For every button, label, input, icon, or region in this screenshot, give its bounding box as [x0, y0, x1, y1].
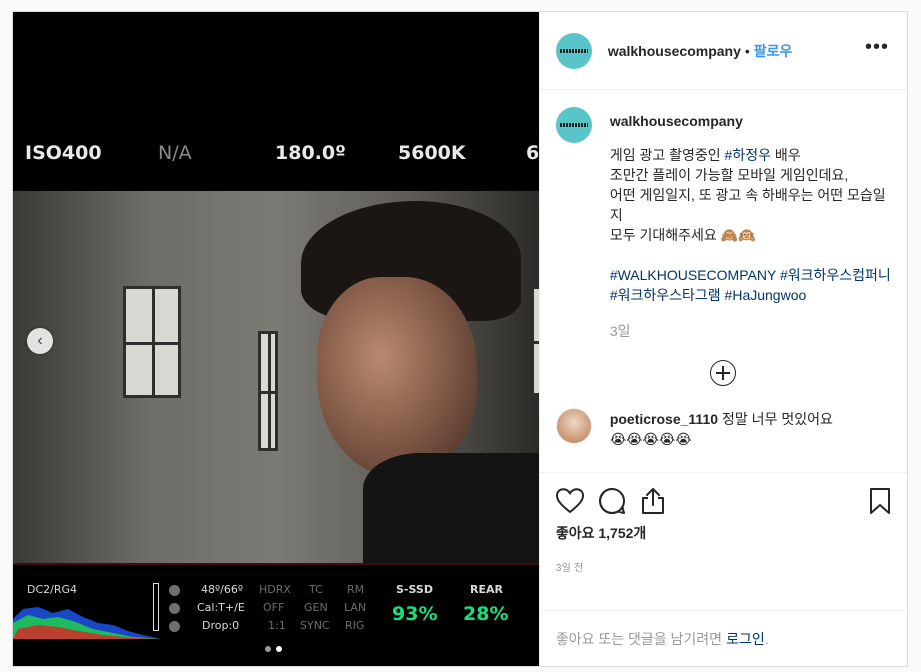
post-header: walkhousecompany • 팔로우 •••	[539, 12, 907, 90]
hashtag-link[interactable]: #워크하우스타그램	[610, 287, 721, 303]
window-shape	[258, 331, 278, 451]
instagram-post: ISO400 N/A 180.0º 5600K 6( DC2/RG4	[12, 11, 908, 667]
hud-level-bar	[153, 583, 159, 631]
comment-emojis: 😭😭😭😭😭	[609, 431, 692, 447]
logo-mark	[559, 48, 588, 53]
commenter-avatar[interactable]	[555, 408, 592, 444]
chevron-left-icon[interactable]: ‹	[27, 328, 53, 354]
heart-icon[interactable]	[555, 488, 584, 514]
window-shape	[531, 286, 539, 396]
hud-hdrx-1: OFF	[263, 601, 285, 614]
hud-rm-0: RM	[347, 583, 365, 596]
hashtag-link[interactable]: #워크하우스컴퍼니	[780, 267, 891, 283]
hud-tc-2: SYNC	[300, 619, 330, 632]
caption-line-2: 조만간 플레이 가능할 모바일 게임인데요,	[609, 167, 849, 183]
window-shape	[123, 286, 181, 398]
caption: walkhousecompany 게임 광고 촬영중인 #하정우 배우 조만간 …	[555, 107, 891, 341]
hud-na: N/A	[158, 142, 192, 164]
hud-hdrx-2: 1:1	[268, 619, 286, 632]
commenter-username[interactable]: poeticrose_1110	[610, 411, 718, 427]
login-prompt-bar: 좋아요 또는 댓글을 남기려면 로그인.	[539, 610, 907, 666]
hud-tc-1: GEN	[304, 601, 328, 614]
header-username[interactable]: walkhousecompany	[608, 43, 741, 59]
logo-mark	[559, 123, 588, 127]
hashtag-link[interactable]: #하정우	[725, 147, 771, 163]
histogram-graphic	[13, 607, 161, 639]
carousel-dot	[265, 646, 271, 652]
comment-item: poeticrose_1110 정말 너무 멋있어요 😭😭😭😭😭	[555, 408, 891, 449]
caption-line-1: 게임 광고 촬영중인 #하정우 배우	[609, 147, 801, 163]
hud-drop: Drop:0	[202, 619, 240, 632]
more-options-icon[interactable]: •••	[865, 37, 889, 57]
caption-line-3: 어떤 게임일지, 또 광고 속 하배우는 어떤 모습일지	[609, 187, 886, 223]
hud-angle: 48º/66º	[201, 583, 244, 596]
hud-rm-1: LAN	[344, 601, 367, 614]
carousel-dots	[265, 646, 282, 652]
login-link[interactable]: 로그인	[726, 629, 765, 649]
like-count[interactable]: 좋아요 1,752개	[556, 523, 891, 543]
hashtag-link[interactable]: #WALKHOUSECOMPANY	[610, 267, 776, 283]
hud-rear-value: 28%	[463, 603, 509, 625]
comment-icon[interactable]	[598, 487, 626, 515]
hud-tc-0: TC	[309, 583, 323, 596]
post-actions: 좋아요 1,752개 3일 전	[539, 472, 907, 610]
caption-avatar[interactable]	[555, 107, 592, 143]
hud-sssd-value: 93%	[392, 603, 438, 625]
comment-text: 정말 너무 멋있어요	[722, 411, 833, 427]
follow-button[interactable]: 팔로우	[754, 41, 793, 61]
person-face	[317, 277, 477, 477]
carousel-dot-active	[276, 646, 282, 652]
hud-dot	[169, 603, 180, 614]
hud-kelvin: 5600K	[398, 142, 466, 164]
photo-scene	[13, 191, 539, 563]
hud-iso: ISO400	[25, 142, 102, 164]
caption-username[interactable]: walkhousecompany	[610, 111, 891, 131]
hud-cutoff: 6(	[526, 142, 539, 164]
comments-area: walkhousecompany 게임 광고 촬영중인 #하정우 배우 조만간 …	[540, 90, 907, 472]
caption-line-4: 모두 기대해주세요 🙈🙉	[609, 227, 756, 243]
avatar[interactable]	[555, 32, 592, 69]
login-suffix: .	[764, 630, 769, 647]
share-icon[interactable]	[640, 487, 666, 515]
hud-rear-label: REAR	[470, 583, 503, 596]
person-suit	[363, 453, 539, 563]
post-sidebar: walkhousecompany • 팔로우 ••• walkhousecomp…	[538, 12, 907, 666]
hud-cal: Cal:T+/E	[197, 601, 245, 614]
hud-dot	[169, 621, 180, 632]
caption-time: 3일	[609, 323, 631, 339]
hashtag-link[interactable]: #HaJungwoo	[725, 287, 807, 303]
hud-sssd-label: S-SSD	[396, 583, 433, 596]
post-date: 3일 전	[555, 563, 584, 574]
separator-dot: •	[744, 42, 750, 59]
hud-rm-2: RIG	[345, 619, 365, 632]
hud-shutter: 180.0º	[275, 142, 346, 164]
hud-dot	[169, 585, 180, 596]
hud-hdrx-0: HDRX	[259, 583, 291, 596]
load-more-comments-icon[interactable]	[710, 360, 737, 386]
login-prompt-text: 좋아요 또는 댓글을 남기려면	[555, 630, 723, 647]
bookmark-icon[interactable]	[869, 487, 891, 515]
post-media[interactable]: ISO400 N/A 180.0º 5600K 6( DC2/RG4	[13, 12, 539, 666]
